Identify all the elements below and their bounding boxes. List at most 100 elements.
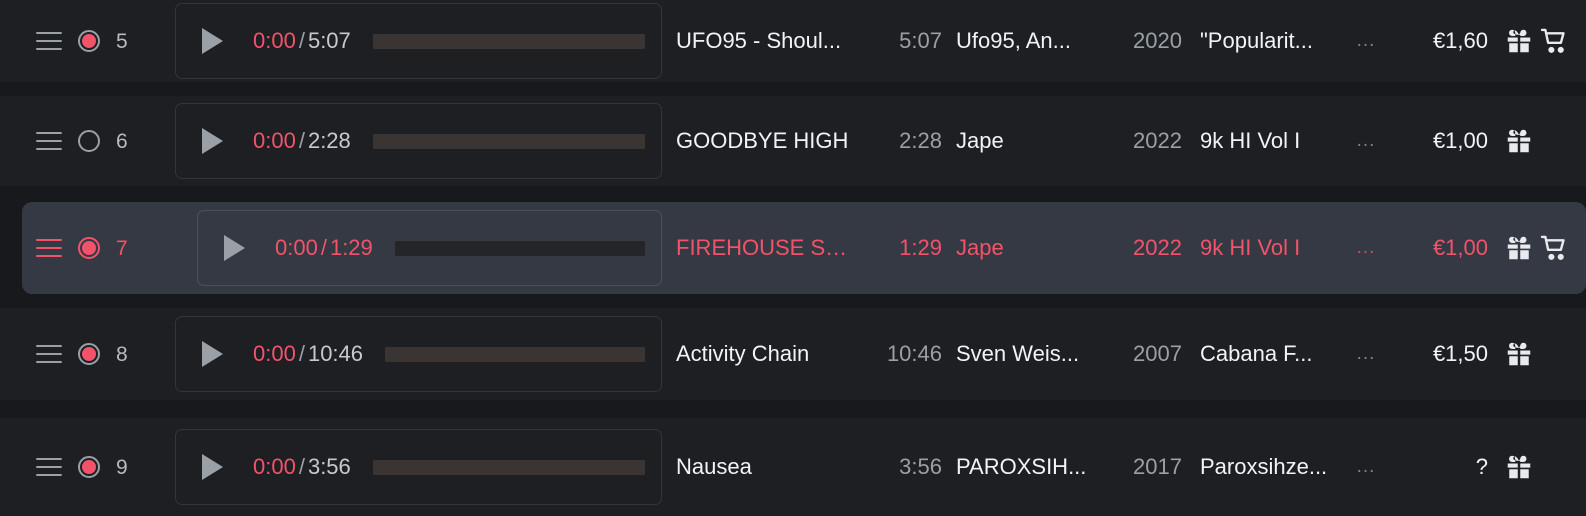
gift-icon[interactable]	[1504, 452, 1534, 482]
track-duration: 5:07	[899, 28, 942, 53]
track-year: 2017	[1133, 454, 1182, 479]
table-row[interactable]: 6 0:00/2:28 GOODBYE HIGH 2:28 Jape 2022 9k HI …	[0, 96, 1586, 186]
record-filled-icon[interactable]	[78, 343, 100, 365]
track-duration: 3:56	[899, 454, 942, 479]
cart-icon[interactable]	[1540, 233, 1570, 263]
track-list: 5 0:00/5:07 UFO95 - Shoul... 5:07 Ufo95, An.…	[0, 0, 1586, 516]
record-filled-icon[interactable]	[78, 456, 100, 478]
gift-icon[interactable]	[1504, 126, 1534, 156]
track-album[interactable]: Cabana F...	[1182, 341, 1342, 367]
progress-bar[interactable]	[372, 459, 645, 475]
track-price: €1,60	[1432, 28, 1488, 53]
row-controls: 7	[22, 237, 197, 259]
track-duration: 10:46	[886, 341, 942, 366]
drag-handle-icon[interactable]	[36, 132, 62, 150]
track-year: 2022	[1133, 235, 1182, 260]
audio-player: 0:00/5:07	[175, 3, 662, 79]
audio-player: 0:00/3:56	[175, 429, 662, 505]
audio-player: 0:00/2:28	[175, 103, 662, 179]
table-row[interactable]: 5 0:00/5:07 UFO95 - Shoul... 5:07 Ufo95, An.…	[0, 0, 1586, 82]
progress-bar[interactable]	[394, 240, 645, 256]
current-time: 0:00	[253, 128, 296, 153]
time-separator: /	[298, 128, 305, 153]
track-year: 2007	[1133, 341, 1182, 366]
player-time: 0:00/1:29	[275, 235, 373, 261]
row-divider	[0, 414, 1586, 415]
row-divider	[0, 194, 1586, 195]
track-artist[interactable]: Ufo95, An...	[942, 28, 1092, 54]
play-icon[interactable]	[202, 28, 223, 54]
track-album[interactable]: "Popularit...	[1182, 28, 1342, 54]
track-price: €1,00	[1432, 128, 1488, 153]
progress-bar[interactable]	[372, 133, 645, 149]
row-actions	[1488, 339, 1586, 369]
current-time: 0:00	[275, 235, 318, 260]
current-time: 0:00	[253, 454, 296, 479]
ellipsis-icon[interactable]: ...	[1342, 343, 1390, 365]
row-controls: 6	[0, 130, 175, 152]
row-actions	[1488, 452, 1586, 482]
ellipsis-icon[interactable]: ...	[1342, 456, 1390, 478]
row-index: 6	[116, 129, 128, 153]
track-album[interactable]: Paroxsihze...	[1182, 454, 1342, 480]
row-actions	[1488, 233, 1586, 263]
track-title[interactable]: Activity Chain	[662, 341, 850, 367]
progress-bar[interactable]	[372, 33, 645, 49]
drag-handle-icon[interactable]	[36, 32, 62, 50]
row-index: 9	[116, 455, 128, 479]
track-price: ?	[1475, 454, 1488, 479]
track-price: €1,00	[1432, 235, 1488, 260]
gift-icon[interactable]	[1504, 339, 1534, 369]
gift-icon[interactable]	[1504, 233, 1534, 263]
track-album[interactable]: 9k HI Vol I	[1182, 235, 1342, 261]
play-icon[interactable]	[202, 454, 223, 480]
time-separator: /	[298, 454, 305, 479]
audio-player: 0:00/10:46	[175, 316, 662, 392]
table-row[interactable]: 7 0:00/1:29 FIREHOUSE SK... 1:29 Jape 2022 9k …	[22, 202, 1586, 294]
track-artist[interactable]: Jape	[942, 128, 1092, 154]
row-controls: 5	[0, 30, 175, 52]
total-time: 1:29	[329, 235, 373, 260]
track-title[interactable]: FIREHOUSE SK...	[662, 235, 850, 261]
row-controls: 9	[0, 456, 175, 478]
track-duration: 2:28	[899, 128, 942, 153]
track-artist[interactable]: PAROXSIH...	[942, 454, 1092, 480]
player-time: 0:00/10:46	[253, 341, 363, 367]
track-title[interactable]: GOODBYE HIGH	[662, 128, 850, 154]
total-time: 10:46	[307, 341, 364, 366]
row-controls: 8	[0, 343, 175, 365]
record-filled-icon[interactable]	[78, 30, 100, 52]
record-empty-icon[interactable]	[78, 130, 100, 152]
record-filled-icon[interactable]	[78, 237, 100, 259]
row-actions	[1488, 26, 1586, 56]
track-title[interactable]: Nausea	[662, 454, 850, 480]
progress-bar[interactable]	[385, 346, 645, 362]
row-divider	[0, 400, 1586, 401]
play-icon[interactable]	[202, 128, 223, 154]
track-artist[interactable]: Jape	[942, 235, 1092, 261]
gift-icon[interactable]	[1504, 26, 1534, 56]
ellipsis-icon[interactable]: ...	[1342, 30, 1390, 52]
cart-icon[interactable]	[1540, 26, 1570, 56]
row-index: 8	[116, 342, 128, 366]
row-index: 5	[116, 29, 128, 53]
player-time: 0:00/3:56	[253, 454, 351, 480]
ellipsis-icon[interactable]: ...	[1342, 237, 1390, 259]
drag-handle-icon[interactable]	[36, 458, 62, 476]
drag-handle-icon[interactable]	[36, 345, 62, 363]
track-title[interactable]: UFO95 - Shoul...	[662, 28, 850, 54]
current-time: 0:00	[253, 341, 296, 366]
time-separator: /	[298, 28, 305, 53]
row-index: 7	[116, 236, 128, 260]
table-row[interactable]: 9 0:00/3:56 Nausea 3:56 PAROXSIH... 2017 Parox…	[0, 418, 1586, 516]
ellipsis-icon[interactable]: ...	[1342, 130, 1390, 152]
table-row[interactable]: 8 0:00/10:46 Activity Chain 10:46 Sven Weis.…	[0, 308, 1586, 400]
track-price: €1,50	[1432, 341, 1488, 366]
play-icon[interactable]	[202, 341, 223, 367]
track-album[interactable]: 9k HI Vol I	[1182, 128, 1342, 154]
track-artist[interactable]: Sven Weis...	[942, 341, 1092, 367]
total-time: 2:28	[307, 128, 351, 153]
row-divider	[0, 82, 1586, 83]
play-icon[interactable]	[224, 235, 245, 261]
drag-handle-icon[interactable]	[36, 239, 62, 257]
